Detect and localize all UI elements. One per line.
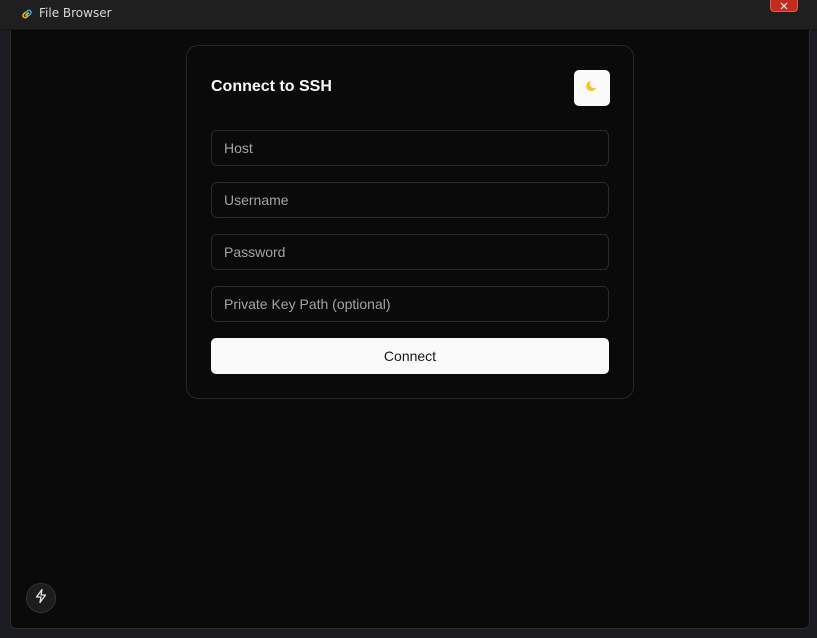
lightning-bolt-icon	[33, 588, 49, 609]
ssh-connect-card: Connect to SSH Connect	[186, 45, 634, 399]
password-input[interactable]	[211, 234, 609, 270]
window-title: File Browser	[39, 6, 112, 20]
link-icon	[20, 7, 34, 21]
quick-action-button[interactable]	[26, 583, 56, 613]
form-title: Connect to SSH	[211, 78, 332, 95]
username-input[interactable]	[211, 182, 609, 218]
title-bar: File Browser	[0, 0, 817, 30]
moon-icon	[585, 79, 599, 98]
close-button[interactable]	[770, 0, 798, 12]
theme-toggle-button[interactable]	[574, 70, 610, 106]
private-key-path-input[interactable]	[211, 286, 609, 322]
host-input[interactable]	[211, 130, 609, 166]
close-icon	[780, 0, 788, 15]
connect-button[interactable]: Connect	[211, 338, 609, 374]
